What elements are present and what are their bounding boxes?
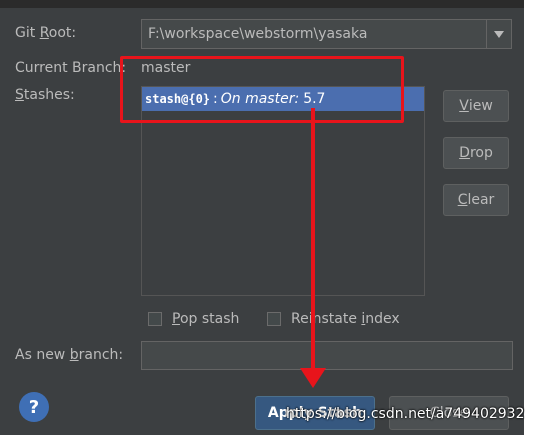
chevron-down-icon (494, 30, 504, 38)
dropdown-button[interactable] (486, 20, 511, 48)
annotation-arrow-line (311, 108, 315, 370)
as-new-branch-label: As new branch: (15, 347, 124, 363)
pop-stash-label[interactable]: Pop stash (172, 311, 239, 327)
git-root-value: F:\workspace\webstorm\yasaka (148, 26, 368, 42)
pop-stash-checkbox[interactable] (148, 312, 162, 326)
view-button[interactable]: View (443, 90, 509, 122)
top-strip (0, 0, 524, 8)
reinstate-index-label[interactable]: Reinstate index (291, 311, 400, 327)
git-root-combo[interactable]: F:\workspace\webstorm\yasaka (141, 19, 512, 49)
annotation-arrow-head (300, 368, 326, 388)
git-root-label: Git Root: (15, 25, 77, 41)
new-branch-input[interactable] (141, 341, 513, 370)
right-edge (524, 0, 533, 435)
drop-button[interactable]: Drop (443, 137, 509, 169)
current-branch-label: Current Branch: (15, 60, 127, 76)
reinstate-index-checkbox[interactable] (267, 312, 281, 326)
watermark: https://blog.csdn.net/a749402932 (286, 406, 525, 422)
help-icon[interactable]: ? (19, 392, 49, 422)
stashes-label: Stashes: (15, 87, 75, 103)
clear-button[interactable]: Clear (443, 184, 509, 216)
annotation-highlight-box (120, 56, 404, 123)
